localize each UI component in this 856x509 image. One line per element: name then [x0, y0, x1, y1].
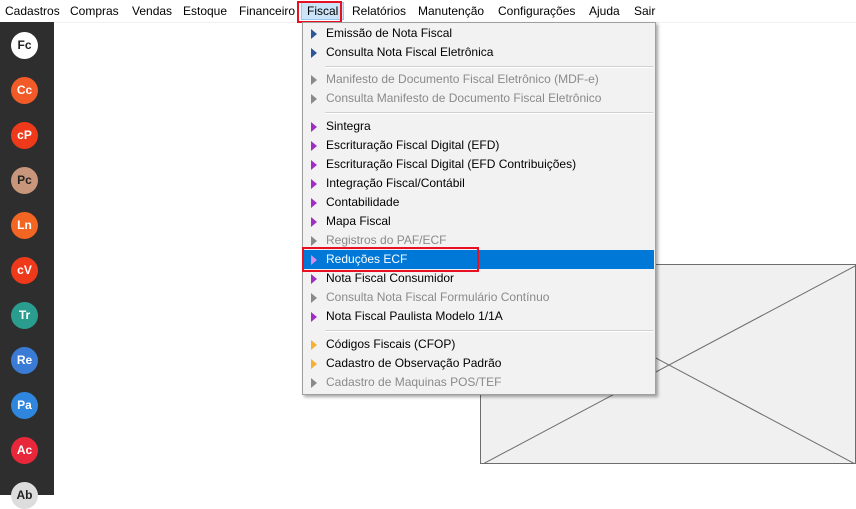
- fiscal-dropdown-menu: Emissão de Nota Fiscal Consulta Nota Fis…: [302, 22, 656, 395]
- menu-sair[interactable]: Sair: [634, 3, 655, 19]
- submenu-arrow-icon: [311, 75, 317, 85]
- menu-item-label: Emissão de Nota Fiscal: [326, 26, 453, 40]
- menu-efd[interactable]: Escrituração Fiscal Digital (EFD): [304, 136, 654, 155]
- menu-item-label: Escrituração Fiscal Digital (EFD): [326, 138, 500, 152]
- submenu-arrow-icon: [311, 359, 317, 369]
- shortcut-label: cP: [17, 128, 32, 142]
- menu-cadastro-maquinas-pos: Cadastro de Maquinas POS/TEF: [304, 373, 654, 392]
- shortcut-ab[interactable]: Ab: [11, 482, 38, 509]
- shortcut-label: Pc: [17, 173, 32, 187]
- shortcut-label: Ln: [17, 218, 32, 232]
- menu-item-label: Consulta Nota Fiscal Formulário Contínuo: [326, 290, 550, 304]
- submenu-arrow-icon: [311, 312, 317, 322]
- menu-item-label: Nota Fiscal Paulista Modelo 1/1A: [326, 309, 503, 323]
- shortcut-label: Ab: [16, 488, 33, 502]
- menu-item-label: Cadastro de Observação Padrão: [326, 356, 502, 370]
- shortcut-label: Cc: [16, 83, 33, 97]
- menu-contabilidade[interactable]: Contabilidade: [304, 193, 654, 212]
- menu-consulta-manifesto: Consulta Manifesto de Documento Fiscal E…: [304, 89, 654, 108]
- submenu-arrow-icon: [311, 274, 317, 284]
- menu-item-label: Sintegra: [326, 119, 371, 133]
- shortcut-ac[interactable]: Ac: [11, 437, 38, 464]
- shortcut-pa[interactable]: Pa: [11, 392, 38, 419]
- shortcut-label: Fc: [17, 38, 32, 52]
- submenu-arrow-icon: [311, 293, 317, 303]
- shortcut-sidebar: Fc Cc cP Pc Ln cV Tr Re Pa Ac Ab: [0, 22, 54, 509]
- shortcut-cp[interactable]: cP: [11, 122, 38, 149]
- menu-item-label: Contabilidade: [326, 195, 400, 209]
- submenu-arrow-icon: [311, 122, 317, 132]
- menu-consulta-nf-formulario: Consulta Nota Fiscal Formulário Contínuo: [304, 288, 654, 307]
- submenu-arrow-icon: [311, 236, 317, 246]
- menu-vendas[interactable]: Vendas: [132, 3, 172, 19]
- menu-bar: Cadastros Compras Vendas Estoque Finance…: [0, 0, 856, 23]
- menu-item-label: Escrituração Fiscal Digital (EFD Contrib…: [326, 157, 577, 171]
- menu-efd-contribuicoes[interactable]: Escrituração Fiscal Digital (EFD Contrib…: [304, 155, 654, 174]
- fiscal-highlight-box: [297, 1, 342, 23]
- menu-configuracoes[interactable]: Configurações: [498, 3, 575, 19]
- shortcut-re[interactable]: Re: [11, 347, 38, 374]
- submenu-arrow-icon: [311, 160, 317, 170]
- shortcut-label: Pa: [17, 398, 32, 412]
- menu-item-label: Consulta Manifesto de Documento Fiscal E…: [326, 91, 602, 105]
- menu-mapa-fiscal[interactable]: Mapa Fiscal: [304, 212, 654, 231]
- menu-relatorios[interactable]: Relatórios: [352, 3, 406, 19]
- submenu-arrow-icon: [311, 179, 317, 189]
- menu-separator: [325, 330, 653, 332]
- shortcut-cc[interactable]: Cc: [11, 77, 38, 104]
- menu-financeiro[interactable]: Financeiro: [239, 3, 295, 19]
- menu-compras[interactable]: Compras: [70, 3, 119, 19]
- shortcut-cv[interactable]: cV: [11, 257, 38, 284]
- submenu-arrow-icon: [311, 340, 317, 350]
- shortcut-label: cV: [17, 263, 32, 277]
- menu-codigos-fiscais[interactable]: Códigos Fiscais (CFOP): [304, 335, 654, 354]
- submenu-arrow-icon: [311, 48, 317, 58]
- menu-ajuda[interactable]: Ajuda: [589, 3, 620, 19]
- submenu-arrow-icon: [311, 29, 317, 39]
- menu-item-label: Códigos Fiscais (CFOP): [326, 337, 456, 351]
- shortcut-fc[interactable]: Fc: [11, 32, 38, 59]
- shortcut-label: Re: [16, 353, 33, 367]
- menu-separator: [325, 112, 653, 114]
- menu-nota-fiscal-paulista[interactable]: Nota Fiscal Paulista Modelo 1/1A: [304, 307, 654, 326]
- menu-cadastros[interactable]: Cadastros: [5, 3, 60, 19]
- submenu-arrow-icon: [311, 378, 317, 388]
- menu-emissao-nota-fiscal[interactable]: Emissão de Nota Fiscal: [304, 24, 654, 43]
- menu-item-label: Manifesto de Documento Fiscal Eletrônico…: [326, 72, 599, 86]
- shortcut-label: Tr: [18, 308, 31, 322]
- shortcut-pc[interactable]: Pc: [11, 167, 38, 194]
- menu-item-label: Integração Fiscal/Contábil: [326, 176, 465, 190]
- submenu-arrow-icon: [311, 141, 317, 151]
- reducoes-highlight-box: [302, 247, 479, 272]
- menu-estoque[interactable]: Estoque: [183, 3, 227, 19]
- submenu-arrow-icon: [311, 198, 317, 208]
- menu-sintegra[interactable]: Sintegra: [304, 117, 654, 136]
- menu-integracao-fiscal-contabil[interactable]: Integração Fiscal/Contábil: [304, 174, 654, 193]
- menu-item-label: Cadastro de Maquinas POS/TEF: [326, 375, 502, 389]
- menu-manifesto-mdfe: Manifesto de Documento Fiscal Eletrônico…: [304, 70, 654, 89]
- menu-separator: [325, 66, 653, 68]
- menu-item-label: Mapa Fiscal: [326, 214, 391, 228]
- menu-cadastro-observacao[interactable]: Cadastro de Observação Padrão: [304, 354, 654, 373]
- shortcut-label: Ac: [16, 443, 33, 457]
- menu-item-label: Consulta Nota Fiscal Eletrônica: [326, 45, 494, 59]
- submenu-arrow-icon: [311, 94, 317, 104]
- menu-consulta-nfe[interactable]: Consulta Nota Fiscal Eletrônica: [304, 43, 654, 62]
- menu-manutencao[interactable]: Manutenção: [418, 3, 484, 19]
- submenu-arrow-icon: [311, 217, 317, 227]
- shortcut-ln[interactable]: Ln: [11, 212, 38, 239]
- shortcut-tr[interactable]: Tr: [11, 302, 38, 329]
